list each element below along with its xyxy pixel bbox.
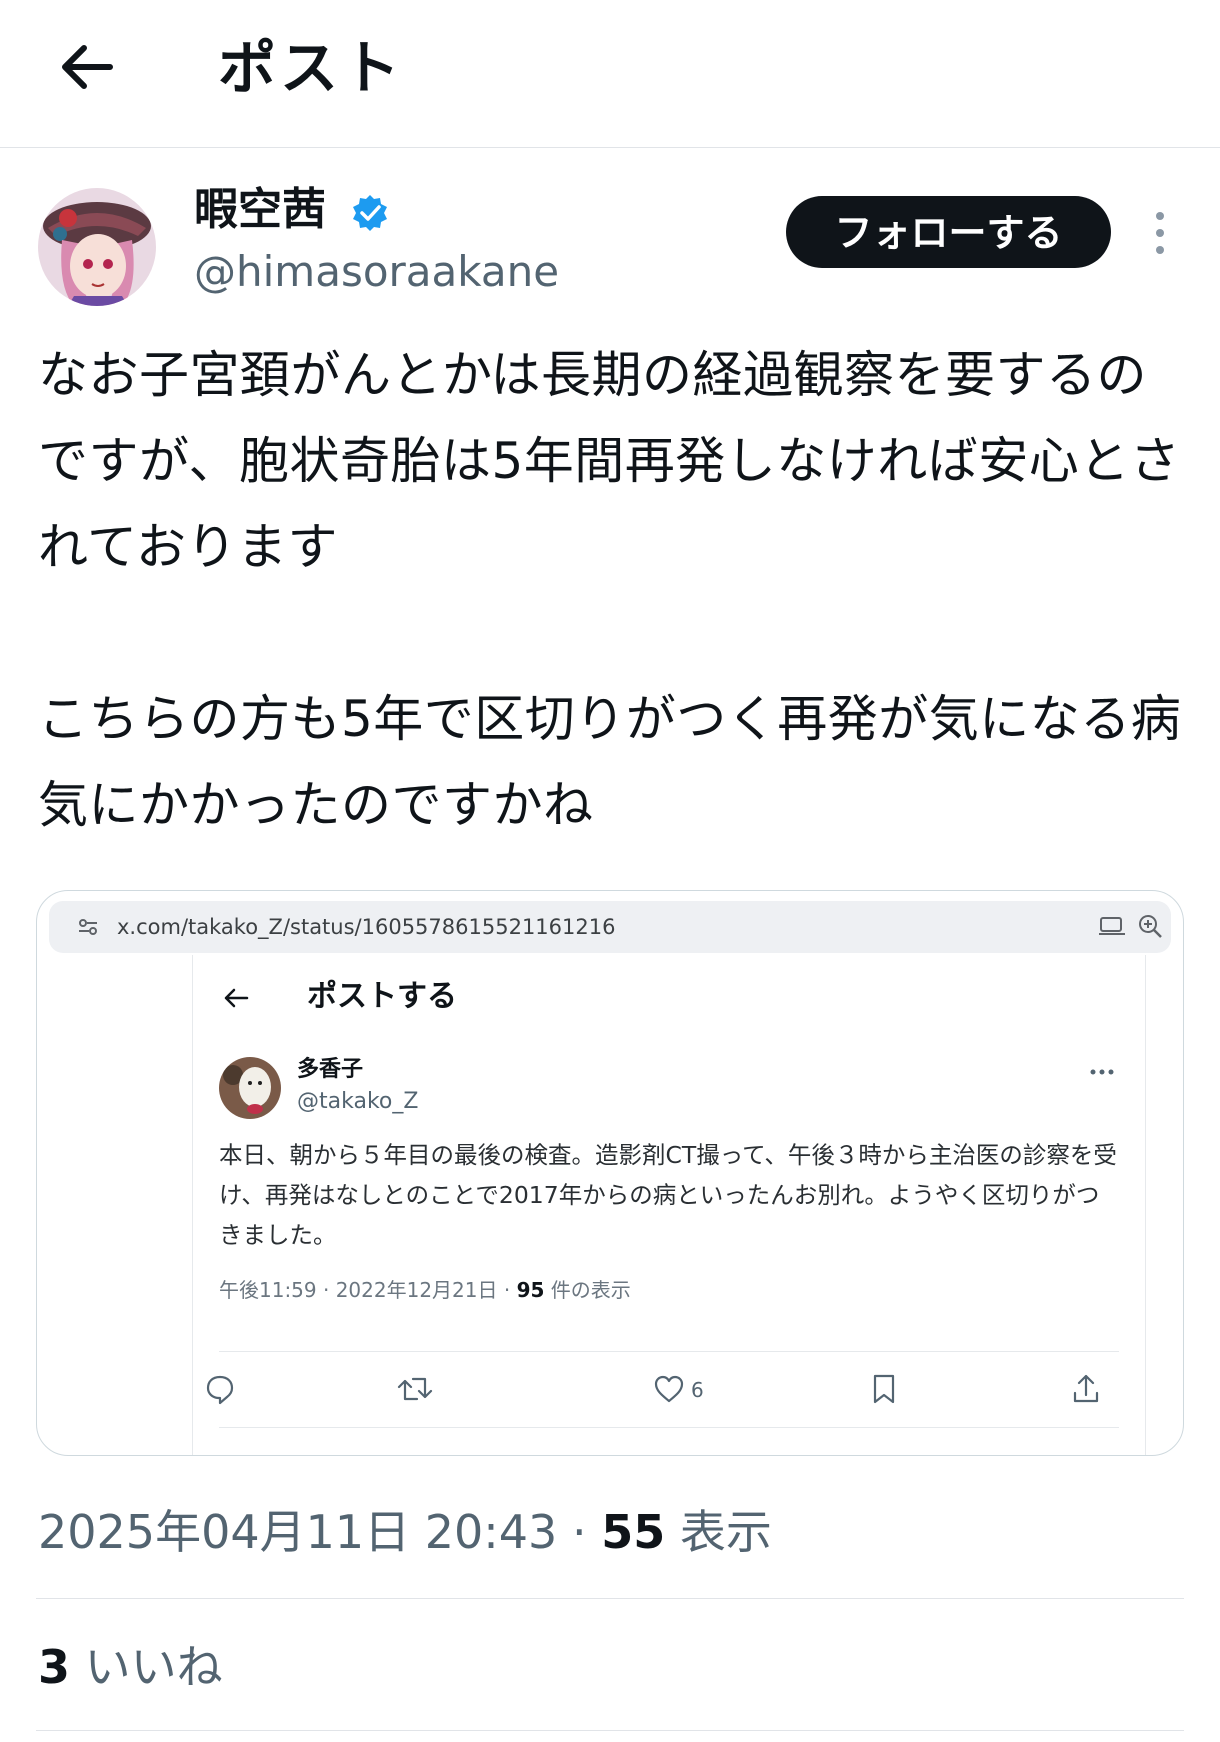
tweet-text: なお子宮頚がんとかは長期の経過観察を要するのですが、胞状奇胎は5年間再発しなけれ… (38, 346, 1182, 834)
divider (219, 1427, 1119, 1428)
inner-tweet-meta: 午後11:59 · 2022年12月21日 · 95 件の表示 (219, 1275, 631, 1305)
url-text: x.com/takako_Z/status/160557861552116121… (117, 915, 616, 939)
inner-views-label: 件の表示 (544, 1278, 631, 1302)
attached-image[interactable]: x.com/takako_Z/status/160557861552116121… (36, 890, 1184, 1456)
likes-stat[interactable]: 3 いいね (38, 1635, 223, 1699)
reply-icon (206, 1375, 234, 1405)
divider (36, 1598, 1184, 1599)
views-label: 表示 (665, 1505, 772, 1559)
site-settings-icon (79, 919, 97, 935)
inner-tweet-text: 本日、朝から５年目の最後の検査。造影剤CT撮って、午後３時から主治医の診察を受け… (219, 1141, 1117, 1249)
inner-back-arrow-icon (224, 988, 249, 1008)
inner-page-title: ポストする (307, 979, 457, 1014)
repost-icon (397, 1377, 433, 1401)
author-handle[interactable]: @himasoraakane (194, 244, 559, 300)
verified-badge-icon (353, 195, 387, 231)
more-options-icon[interactable] (1148, 210, 1172, 256)
zoom-icon (1139, 915, 1162, 938)
inner-like-count: 6 (691, 1378, 704, 1402)
column-border (192, 955, 193, 1455)
back-arrow-icon[interactable] (58, 42, 114, 92)
install-app-icon (1099, 917, 1125, 935)
timestamp-text[interactable]: 2025年04月11日 20:43 · (38, 1505, 601, 1559)
author-name[interactable]: 暇空茜 (194, 180, 326, 240)
author-avatar[interactable] (38, 188, 156, 306)
divider (219, 1351, 1119, 1352)
page-title: ポスト (218, 34, 405, 102)
divider (36, 1730, 1184, 1731)
inner-author-handle: @takako_Z (297, 1089, 419, 1114)
post-timestamp: 2025年04月11日 20:43 · 55 表示 (38, 1500, 772, 1564)
column-border (1145, 955, 1146, 1455)
inner-author-name: 多香子 (297, 1057, 364, 1082)
inner-author-avatar (219, 1057, 281, 1119)
inner-time: 午後11:59 · 2022年12月21日 · (219, 1278, 517, 1302)
likes-count: 3 (38, 1640, 71, 1694)
inner-views-count: 95 (516, 1278, 545, 1302)
browser-address-bar: x.com/takako_Z/status/160557861552116121… (49, 901, 1171, 953)
top-bar: ポスト (0, 0, 1220, 148)
follow-button[interactable]: フォローする (786, 196, 1111, 268)
likes-label: いいね (70, 1640, 223, 1694)
like-icon (654, 1375, 684, 1403)
inner-more-icon (1090, 1069, 1114, 1075)
views-count: 55 (601, 1505, 666, 1559)
bookmark-icon (873, 1374, 895, 1404)
share-icon (1073, 1374, 1099, 1403)
